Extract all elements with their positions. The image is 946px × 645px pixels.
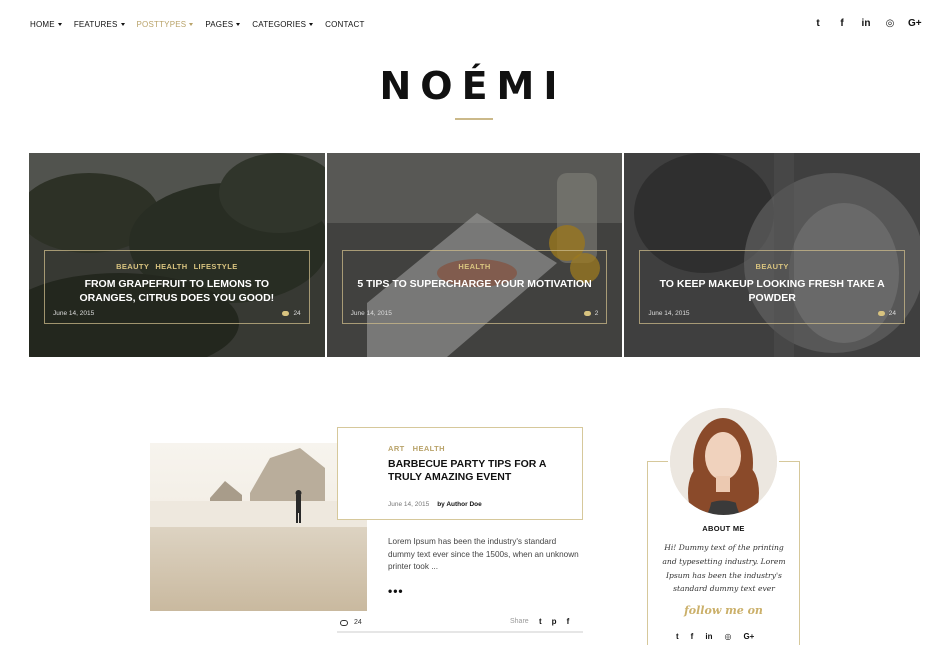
about-social-links: t f in ◎ G+ <box>676 632 754 641</box>
caret-down-icon <box>236 23 241 26</box>
post-thumbnail[interactable] <box>150 443 367 611</box>
comment-count-value: 24 <box>354 619 362 626</box>
category-list: BEAUTY <box>640 262 904 271</box>
google-plus-icon[interactable]: G+ <box>743 632 754 641</box>
share-label: Share <box>510 618 529 625</box>
comment-count[interactable]: 24 <box>877 310 897 317</box>
nav-label: CONTACT <box>325 20 365 29</box>
featured-caption: BEAUTY HEALTH LIFESTYLE FROM GRAPEFRUIT TO… <box>44 250 310 324</box>
comment-count[interactable]: 2 <box>583 310 599 317</box>
follow-me-label: follow me on <box>684 604 763 617</box>
nav-item-home[interactable]: HOME <box>30 20 62 29</box>
nav-item-features[interactable]: FEATURES <box>74 20 125 29</box>
comment-icon <box>282 311 290 316</box>
nav-label: FEATURES <box>73 20 118 29</box>
featured-title[interactable]: TO KEEP MAKEUP LOOKING FRESH TAKE A POWD… <box>652 277 892 305</box>
facebook-icon[interactable]: f <box>691 632 694 641</box>
post-excerpt: Lorem Ipsum has been the industry's stan… <box>388 537 579 571</box>
post-date: June 14, 2015 <box>648 310 690 317</box>
portrait-photo <box>670 408 777 515</box>
category-link[interactable]: BEAUTY <box>116 262 149 271</box>
google-plus-icon[interactable]: G+ <box>908 18 922 29</box>
category-link[interactable]: HEALTH <box>413 444 445 453</box>
featured-post-card[interactable]: BEAUTY HEALTH LIFESTYLE FROM GRAPEFRUIT TO… <box>29 153 325 357</box>
caret-down-icon <box>120 23 125 26</box>
instagram-icon[interactable]: ◎ <box>884 18 896 29</box>
category-link[interactable]: LIFESTYLE <box>194 262 238 271</box>
category-link[interactable]: HEALTH <box>155 262 187 271</box>
nav-item-contact[interactable]: CONTACT <box>325 20 364 29</box>
comment-count-value: 24 <box>293 310 301 317</box>
nav-item-pages[interactable]: PAGES <box>205 20 241 29</box>
facebook-icon[interactable]: f <box>567 617 570 626</box>
share-icons: t p f <box>539 617 569 626</box>
post-date: June 14, 2015 <box>350 310 392 317</box>
featured-post-card[interactable]: HEALTH 5 TIPS TO SUPERCHARGE YOUR MOTIVA… <box>326 153 623 357</box>
nav-label: CATEGORIES <box>252 20 307 29</box>
comment-count[interactable]: 24 <box>340 619 362 626</box>
about-me-text: Hi! Dummy text of the printing and types… <box>662 543 786 594</box>
caret-down-icon <box>309 23 314 26</box>
category-link[interactable]: ART <box>388 444 405 453</box>
twitter-icon[interactable]: t <box>539 617 542 626</box>
comment-count[interactable]: 24 <box>282 310 301 317</box>
featured-meta: June 14, 2015 24 <box>53 310 301 317</box>
facebook-icon[interactable]: f <box>836 18 848 29</box>
nav-item-categories[interactable]: CATEGORIES <box>252 20 314 29</box>
site-logo[interactable]: NOÉMI <box>0 64 946 108</box>
post-header-box: ART HEALTH BARBECUE PARTY TIPS FOR A TRUL… <box>337 427 583 520</box>
avatar <box>668 406 779 517</box>
post-author[interactable]: by Author Doe <box>437 501 482 508</box>
linkedin-icon[interactable]: in <box>705 632 712 641</box>
comment-icon <box>877 311 885 316</box>
category-list: BEAUTY HEALTH LIFESTYLE <box>45 262 309 271</box>
comment-count-value: 24 <box>888 310 897 317</box>
featured-caption: HEALTH 5 TIPS TO SUPERCHARGE YOUR MOTIVA… <box>341 250 608 324</box>
post-meta: June 14, 2015 by Author Doe <box>388 501 482 508</box>
logo-divider <box>455 118 493 120</box>
category-list: ART HEALTH <box>388 444 453 453</box>
featured-post-card[interactable]: BEAUTY TO KEEP MAKEUP LOOKING FRESH TAKE… <box>624 153 921 357</box>
caret-down-icon <box>189 23 194 26</box>
header-social-links: t f in ◎ G+ <box>812 18 922 29</box>
featured-caption: BEAUTY TO KEEP MAKEUP LOOKING FRESH TAKE… <box>639 250 906 324</box>
comment-count-value: 2 <box>594 310 599 317</box>
category-link[interactable]: BEAUTY <box>756 262 789 271</box>
main-nav: HOME FEATURES POSTTYPES PAGES CATEGORIES… <box>30 20 377 29</box>
post-footer: 24 Share t p f <box>337 615 583 633</box>
category-link[interactable]: HEALTH <box>458 262 490 271</box>
category-list: HEALTH <box>343 262 607 271</box>
caret-down-icon <box>57 23 62 26</box>
pinterest-icon[interactable]: p <box>552 617 557 626</box>
nav-label: PAGES <box>205 20 234 29</box>
post-date: June 14, 2015 <box>388 501 430 508</box>
post-title[interactable]: BARBECUE PARTY TIPS FOR A TRULY AMAZING … <box>388 458 568 484</box>
post-date: June 14, 2015 <box>53 310 95 317</box>
featured-title[interactable]: 5 TIPS TO SUPERCHARGE YOUR MOTIVATION <box>355 277 595 291</box>
comment-icon <box>583 311 591 316</box>
twitter-icon[interactable]: t <box>676 632 679 641</box>
featured-meta: June 14, 2015 2 <box>351 310 599 317</box>
read-more-button[interactable]: ••• <box>388 584 404 598</box>
nav-label: POSTTYPES <box>136 20 187 29</box>
about-me-title: ABOUT ME <box>702 524 745 533</box>
featured-meta: June 14, 2015 24 <box>648 310 896 317</box>
featured-slider: BEAUTY HEALTH LIFESTYLE FROM GRAPEFRUIT TO… <box>29 153 921 357</box>
beach-photo <box>150 443 367 611</box>
featured-title[interactable]: FROM GRAPEFRUIT TO LEMONS TO ORANGES, CI… <box>57 277 297 305</box>
instagram-icon[interactable]: ◎ <box>724 632 731 641</box>
twitter-icon[interactable]: t <box>812 18 824 29</box>
linkedin-icon[interactable]: in <box>860 18 872 29</box>
nav-label: HOME <box>30 20 55 29</box>
nav-item-posttypes[interactable]: POSTTYPES <box>137 20 194 29</box>
comment-icon <box>340 619 348 626</box>
